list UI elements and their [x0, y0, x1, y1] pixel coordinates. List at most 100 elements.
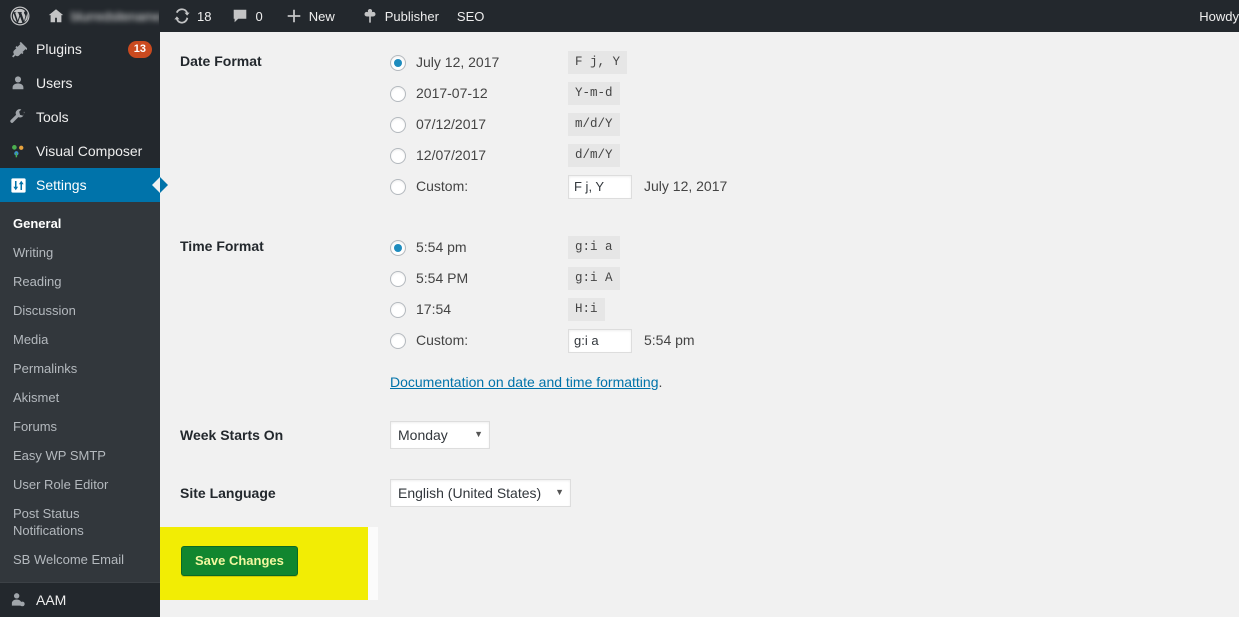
week-starts-on-select[interactable]: Monday — [390, 421, 490, 450]
sidebar-item-post-status-notifications[interactable]: Post Status Notifications — [0, 499, 120, 545]
content-area: Date Format July 12, 2017 F j, Y 2017-07… — [160, 32, 1239, 611]
wordpress-logo-menu[interactable] — [0, 0, 39, 32]
date-format-radio-f-j-y[interactable] — [390, 54, 406, 71]
admin-sidebar: Appearance Plugins 13 Users — [0, 0, 168, 617]
comments-count: 0 — [255, 8, 263, 24]
time-format-example-0: 5:54 pm — [416, 239, 467, 256]
admin-bar: blurredsitename.php 18 0 New — [0, 0, 1239, 32]
sidebar-item-visual-composer[interactable]: Visual Composer — [0, 134, 160, 168]
save-changes-button[interactable]: Save Changes — [181, 546, 298, 577]
sidebar-item-permalinks[interactable]: Permalinks — [0, 354, 160, 383]
date-format-row: Date Format July 12, 2017 F j, Y 2017-07… — [180, 32, 940, 217]
sidebar-item-writing[interactable]: Writing — [0, 238, 160, 267]
updates-menu[interactable]: 18 — [165, 0, 219, 32]
site-language-select-wrap: English (United States) — [390, 479, 571, 508]
sidebar-item-users[interactable]: Users — [0, 66, 160, 100]
sidebar-item-forums[interactable]: Forums — [0, 412, 160, 441]
date-format-radio-m-d-y[interactable] — [390, 116, 406, 133]
date-format-radio-custom[interactable] — [390, 178, 406, 195]
time-format-row: Time Format 5:54 pm g:i a 5:54 PM g:i A — [180, 217, 940, 406]
content-body: Date Format July 12, 2017 F j, Y 2017-07… — [160, 32, 1239, 600]
sidebar-item-visual-composer-label: Visual Composer — [36, 142, 143, 159]
time-format-custom-input[interactable] — [568, 328, 632, 353]
plugins-plug-icon — [0, 40, 36, 58]
time-format-option[interactable]: 5:54 PM g:i A — [390, 263, 930, 294]
time-format-custom-label: Custom: — [416, 332, 469, 349]
aam-user-gear-icon — [0, 591, 36, 609]
time-format-radio-hi[interactable] — [390, 301, 406, 318]
updates-count: 18 — [197, 8, 212, 24]
sidebar-item-media[interactable]: Media — [0, 325, 160, 354]
sidebar-item-reading[interactable]: Reading — [0, 267, 160, 296]
comment-bubble-icon — [231, 7, 249, 25]
time-format-option[interactable]: 5:54 pm g:i a — [390, 232, 930, 263]
site-language-control: English (United States) — [380, 464, 940, 522]
date-format-option[interactable]: 2017-07-12 Y-m-d — [390, 78, 930, 109]
date-format-option[interactable]: 07/12/2017 m/d/Y — [390, 109, 930, 140]
time-format-options: 5:54 pm g:i a 5:54 PM g:i A 17:54 H:i Cu… — [380, 217, 940, 406]
documentation-link[interactable]: Documentation on date and time formattin… — [390, 373, 659, 391]
time-format-code-0: g:i a — [568, 236, 620, 259]
howdy-label: Howdy — [1199, 8, 1239, 24]
time-format-custom-preview: 5:54 pm — [644, 332, 695, 349]
admin-menu: Appearance Plugins 13 Users — [0, 4, 168, 617]
week-starts-on-label: Week Starts On — [180, 427, 284, 444]
date-format-example-0: July 12, 2017 — [416, 54, 500, 71]
date-format-custom-preview: July 12, 2017 — [644, 178, 728, 195]
documentation-link-wrap: Documentation on date and time formattin… — [390, 373, 930, 391]
site-name-menu[interactable]: blurredsitename.php — [39, 0, 159, 32]
sidebar-item-tools[interactable]: Tools — [0, 100, 160, 134]
publisher-menu[interactable]: Publisher — [353, 0, 447, 32]
date-format-example-3: 12/07/2017 — [416, 147, 487, 164]
date-format-radio-y-m-d[interactable] — [390, 85, 406, 102]
sidebar-item-plugins[interactable]: Plugins 13 — [0, 32, 160, 66]
date-format-option[interactable]: 12/07/2017 d/m/Y — [390, 140, 930, 171]
date-format-code-1: Y-m-d — [568, 82, 620, 105]
seo-label: SEO — [456, 8, 485, 24]
sidebar-item-akismet[interactable]: Akismet — [0, 383, 160, 412]
sidebar-item-discussion[interactable]: Discussion — [0, 296, 160, 325]
sidebar-item-general[interactable]: General — [0, 209, 160, 238]
users-icon — [0, 74, 36, 92]
time-format-option[interactable]: 17:54 H:i — [390, 294, 930, 325]
plugins-update-badge: 13 — [127, 40, 152, 58]
site-language-row: Site Language English (United States) — [180, 464, 940, 522]
wordpress-logo-icon — [10, 6, 30, 26]
sidebar-item-aam[interactable]: AAM — [0, 583, 160, 617]
settings-submenu: General Writing Reading Discussion Media… — [0, 202, 160, 582]
current-menu-arrow — [152, 177, 160, 193]
time-format-custom-option[interactable]: Custom: 5:54 pm — [390, 325, 930, 356]
date-format-option[interactable]: July 12, 2017 F j, Y — [390, 47, 930, 78]
sidebar-item-plugins-label: Plugins — [36, 40, 82, 57]
time-format-label: Time Format — [180, 238, 264, 254]
admin-bar-right: Howdy — [1191, 0, 1239, 32]
sidebar-item-sb-welcome-email[interactable]: SB Welcome Email — [0, 545, 160, 574]
date-format-example-1: 2017-07-12 — [416, 85, 488, 102]
site-language-label: Site Language — [180, 485, 276, 502]
time-format-radio-gia-upper[interactable] — [390, 270, 406, 287]
date-format-custom-input[interactable] — [568, 174, 632, 199]
time-format-radio-custom[interactable] — [390, 332, 406, 349]
new-content-menu[interactable]: New — [277, 0, 343, 32]
site-language-select[interactable]: English (United States) — [390, 479, 571, 508]
time-format-example-2: 17:54 — [416, 301, 452, 318]
date-format-custom-option[interactable]: Custom: July 12, 2017 — [390, 171, 930, 202]
date-format-code-2: m/d/Y — [568, 113, 620, 136]
date-format-options: July 12, 2017 F j, Y 2017-07-12 Y-m-d 07… — [380, 32, 940, 217]
date-format-radio-d-m-y[interactable] — [390, 147, 406, 164]
date-format-code-0: F j, Y — [568, 51, 628, 74]
date-format-custom-label: Custom: — [416, 178, 469, 195]
sidebar-item-easy-wp-smtp[interactable]: Easy WP SMTP — [0, 441, 160, 470]
time-format-radio-gia-lower[interactable] — [390, 239, 406, 256]
sidebar-item-settings[interactable]: Settings — [0, 168, 168, 202]
plus-icon — [285, 7, 303, 25]
sidebar-item-users-label: Users — [36, 74, 73, 91]
sidebar-item-user-role-editor[interactable]: User Role Editor — [0, 470, 160, 499]
sidebar-item-aam-label: AAM — [36, 591, 67, 608]
comments-menu[interactable]: 0 — [223, 0, 270, 32]
time-format-code-1: g:i A — [568, 267, 620, 290]
my-account-menu[interactable]: Howdy — [1191, 0, 1239, 32]
seo-menu[interactable]: SEO — [449, 0, 492, 32]
date-format-example-2: 07/12/2017 — [416, 116, 487, 133]
week-starts-on-select-wrap: Monday — [390, 421, 490, 450]
